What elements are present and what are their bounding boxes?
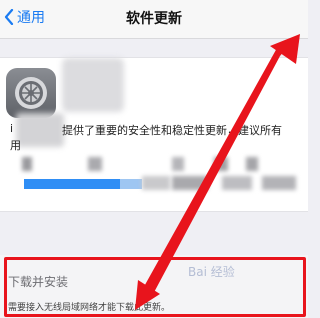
annotation-arrow (135, 34, 300, 310)
